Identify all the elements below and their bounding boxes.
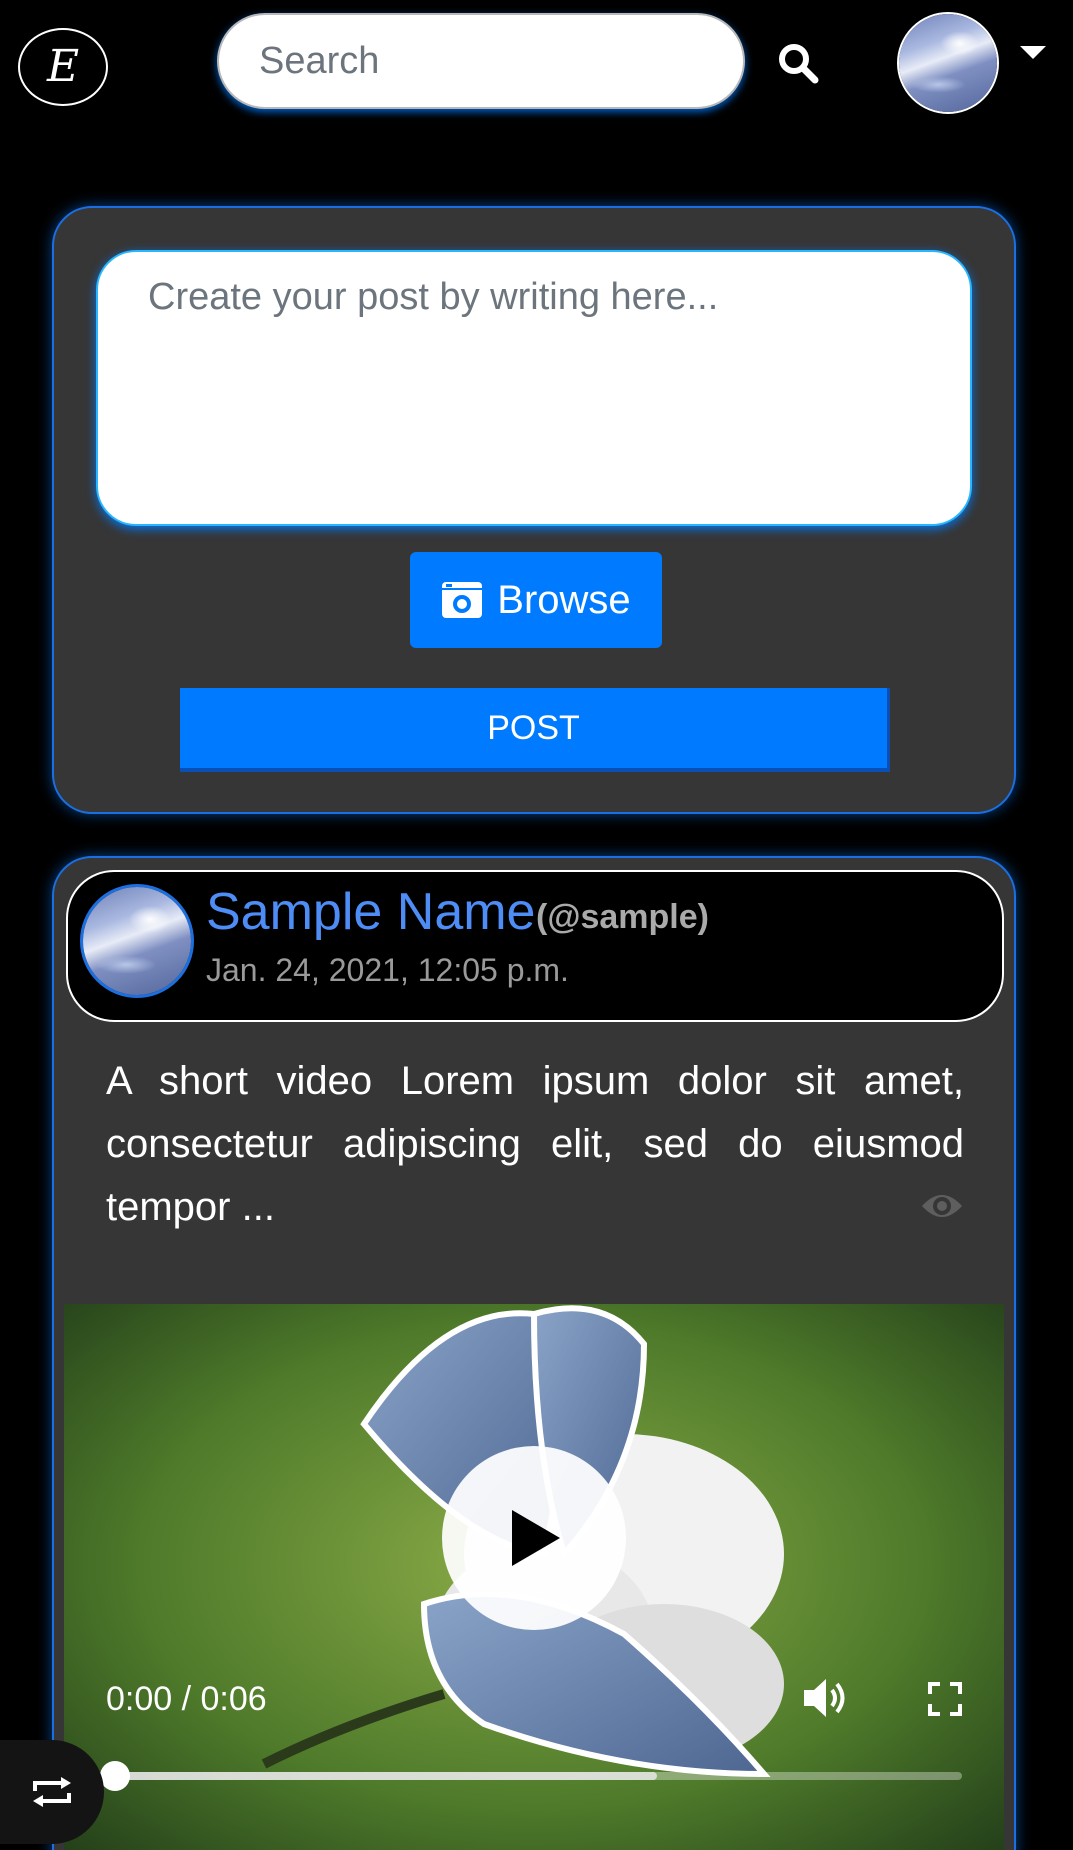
search-icon <box>779 44 819 84</box>
video-progress-slider[interactable] <box>100 1761 962 1791</box>
logo-letter: E <box>46 41 80 92</box>
play-icon <box>512 1510 560 1566</box>
browse-button[interactable]: Browse <box>410 552 662 648</box>
fullscreen-icon[interactable] <box>928 1682 962 1716</box>
post-header: Sample Name (@sample) Jan. 24, 2021, 12:… <box>66 870 1004 1022</box>
video-player[interactable]: 0:00 / 0:06 <box>64 1304 1004 1850</box>
search-input[interactable] <box>217 13 745 109</box>
author-avatar[interactable] <box>80 884 194 998</box>
author-name[interactable]: Sample Name <box>206 882 535 942</box>
create-post-card: Browse POST <box>52 206 1016 814</box>
play-button[interactable] <box>442 1446 626 1630</box>
search-button[interactable] <box>770 35 826 91</box>
camera-icon <box>442 582 483 618</box>
post-label: POST <box>487 708 580 747</box>
video-progress-thumb[interactable] <box>100 1761 130 1791</box>
page: E Browse POST <box>0 0 1073 1850</box>
author-avatar-image <box>83 887 191 995</box>
repost-icon <box>33 1777 71 1807</box>
repost-button[interactable] <box>0 1740 104 1844</box>
eye-icon[interactable] <box>920 1190 964 1222</box>
post-textarea[interactable] <box>96 250 972 526</box>
profile-avatar[interactable] <box>897 12 999 114</box>
video-buffer-bar <box>114 1772 657 1780</box>
volume-icon[interactable] <box>802 1676 848 1720</box>
post-button[interactable]: POST <box>180 688 890 772</box>
post-text: A short video Lorem ipsum dolor sit amet… <box>106 1059 964 1229</box>
author-handle: (@sample) <box>536 898 709 936</box>
feed-post-card: Sample Name (@sample) Jan. 24, 2021, 12:… <box>52 856 1016 1850</box>
avatar-image <box>899 14 997 112</box>
post-timestamp: Jan. 24, 2021, 12:05 p.m. <box>206 952 569 988</box>
chevron-down-icon[interactable] <box>1020 44 1046 60</box>
browse-label: Browse <box>497 577 631 622</box>
video-time: 0:00 / 0:06 <box>106 1680 267 1718</box>
brand-logo[interactable]: E <box>18 28 108 106</box>
